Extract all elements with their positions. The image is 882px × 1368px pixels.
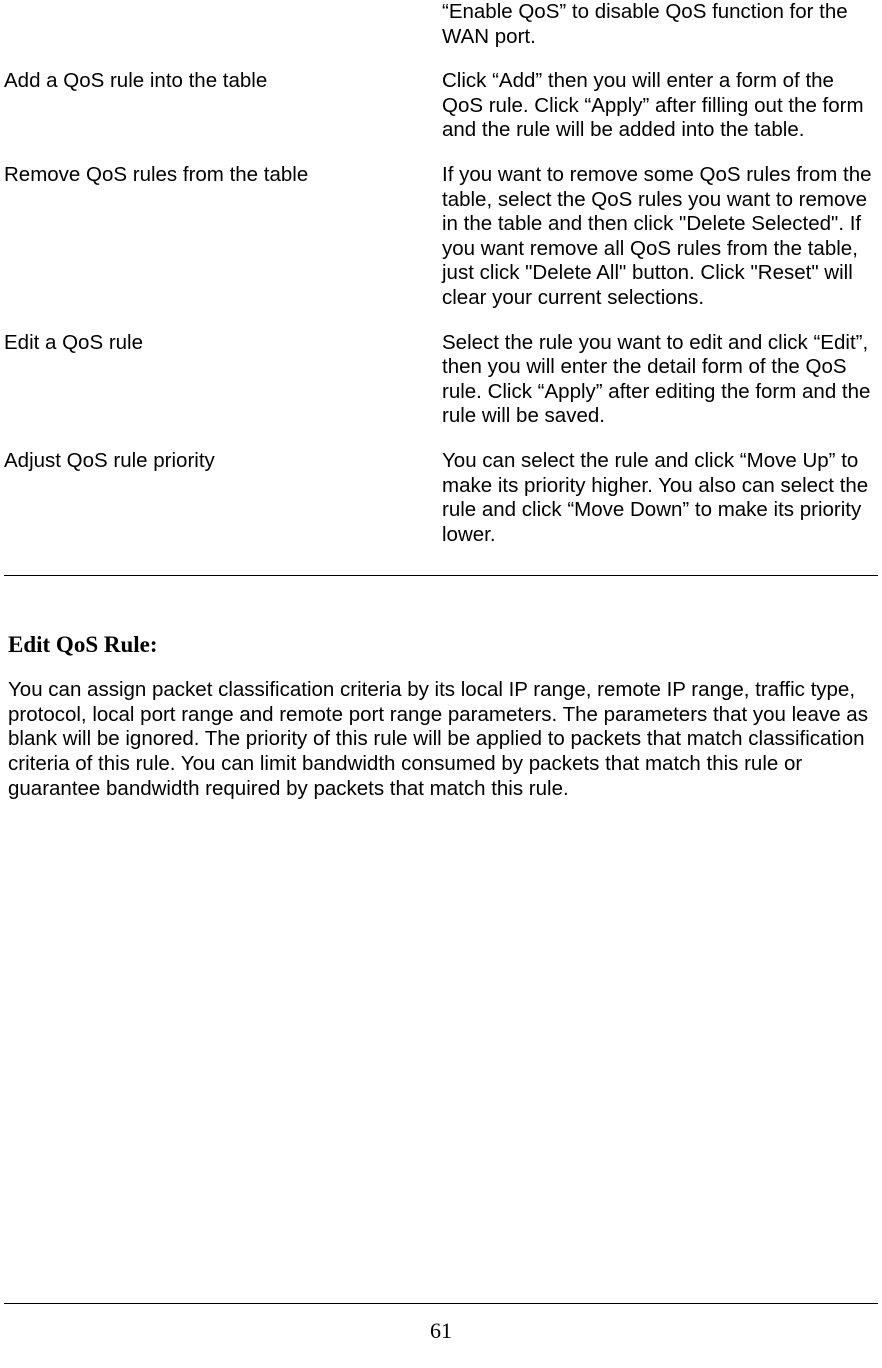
row-desc: You can select the rule and click “Move …	[442, 449, 878, 547]
definition-table: “Enable QoS” to disable QoS function for…	[4, 0, 878, 547]
table-row: Adjust QoS rule priority You can select …	[4, 449, 878, 547]
row-desc: Select the rule you want to edit and cli…	[442, 331, 878, 429]
row-label: Add a QoS rule into the table	[4, 69, 442, 143]
row-label: Remove QoS rules from the table	[4, 163, 442, 311]
section-heading: Edit QoS Rule:	[4, 632, 878, 658]
table-row: Add a QoS rule into the table Click “Add…	[4, 69, 878, 143]
table-row: Remove QoS rules from the table If you w…	[4, 163, 878, 311]
footer-divider	[4, 1303, 878, 1304]
page-content: “Enable QoS” to disable QoS function for…	[0, 0, 882, 801]
table-row: Edit a QoS rule Select the rule you want…	[4, 331, 878, 429]
row-label: Adjust QoS rule priority	[4, 449, 442, 547]
row-desc: Click “Add” then you will enter a form o…	[442, 69, 878, 143]
row-desc: If you want to remove some QoS rules fro…	[442, 163, 878, 311]
table-row-desc: “Enable QoS” to disable QoS function for…	[442, 0, 878, 49]
section-divider	[4, 575, 878, 576]
row-label: Edit a QoS rule	[4, 331, 442, 429]
page-number: 61	[0, 1318, 882, 1344]
section-paragraph: You can assign packet classification cri…	[4, 678, 878, 801]
